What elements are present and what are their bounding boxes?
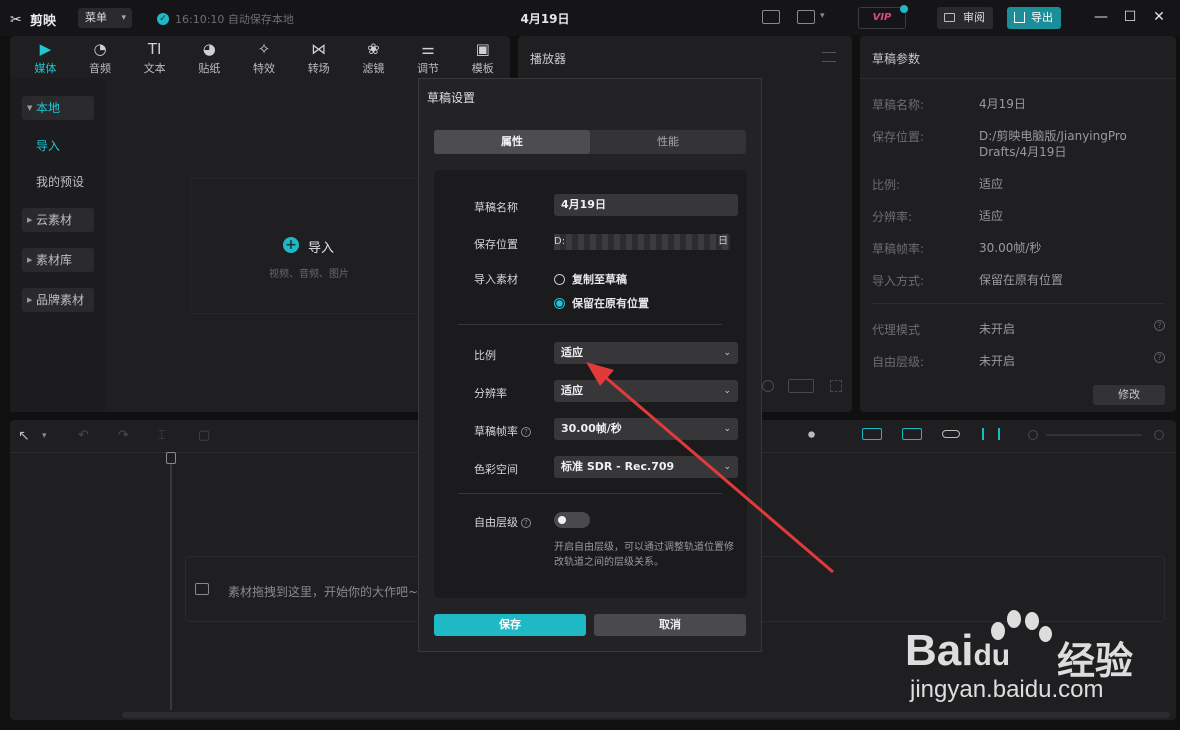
watermark-bai: Bai bbox=[905, 626, 974, 675]
watermark-url: jingyan.baidu.com bbox=[910, 676, 1104, 703]
watermark-brand: Baidu bbox=[905, 626, 1010, 676]
arrow-shaft bbox=[603, 374, 834, 574]
baidu-watermark: Baidu 经验 jingyan.baidu.com bbox=[905, 600, 1165, 710]
watermark-du: du bbox=[973, 639, 1011, 672]
